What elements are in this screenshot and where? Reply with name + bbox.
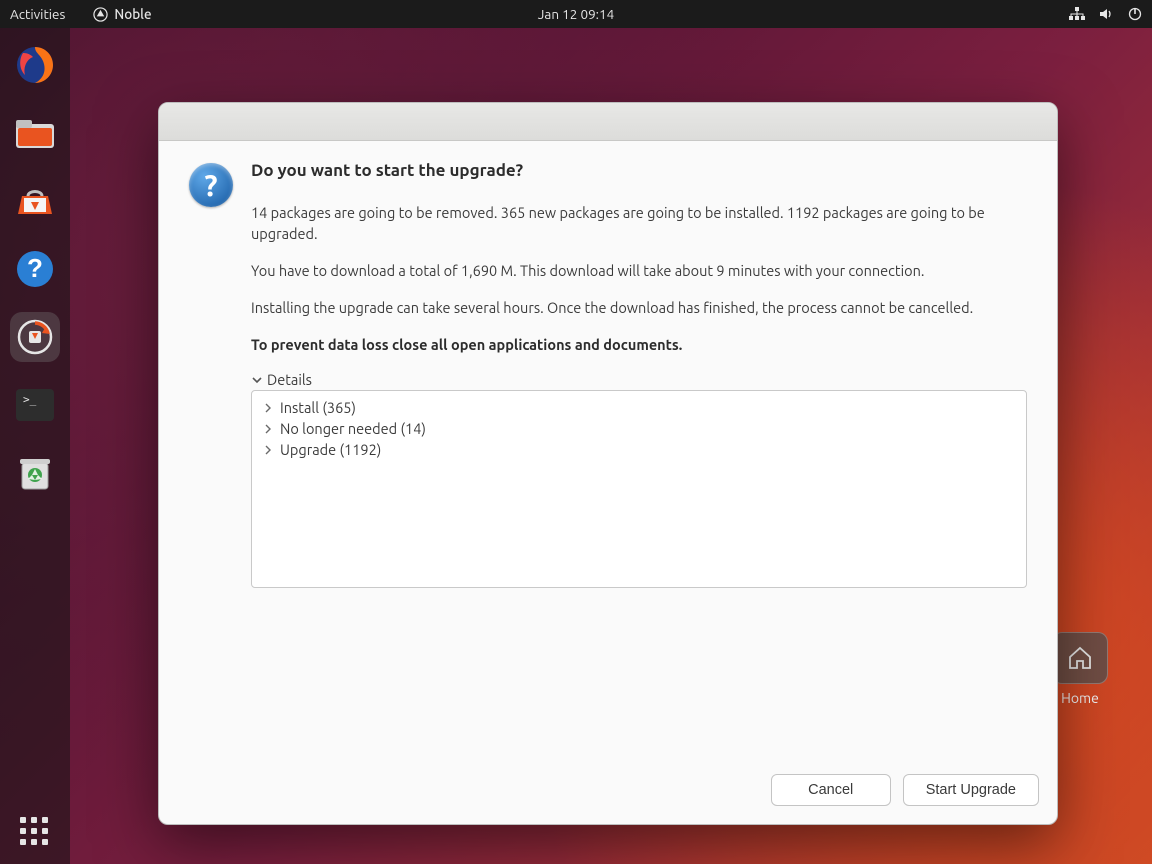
app-menu-icon [93,7,108,22]
dock-firefox[interactable] [10,40,60,90]
apps-grid-icon [20,817,50,847]
dock-terminal[interactable]: >_ [10,380,60,430]
details-label: Details [267,371,312,388]
home-icon [1066,645,1094,671]
duration-info: Installing the upgrade can take several … [251,297,1027,318]
show-applications[interactable] [10,812,60,852]
chevron-down-icon [251,374,263,386]
dock-help[interactable]: ? [10,244,60,294]
tree-upgrade[interactable]: Upgrade (1192) [256,439,1022,460]
power-icon [1128,7,1142,21]
tree-upgrade-label: Upgrade (1192) [280,441,381,458]
tree-no-longer-needed[interactable]: No longer needed (14) [256,418,1022,439]
dock-trash[interactable] [10,448,60,498]
chevron-right-icon [262,424,274,434]
cancel-button[interactable]: Cancel [771,774,891,806]
tree-no-longer-label: No longer needed (14) [280,420,426,437]
dock-files[interactable] [10,108,60,158]
clock[interactable]: Jan 12 09:14 [538,6,614,22]
tree-install-label: Install (365) [280,399,356,416]
dialog-heading: Do you want to start the upgrade? [251,161,1027,180]
download-info: You have to download a total of 1,690 M.… [251,260,1027,281]
tree-install[interactable]: Install (365) [256,397,1022,418]
ubuntu-dock: ? >_ [0,28,70,864]
details-expander[interactable]: Details [251,371,1027,388]
chevron-right-icon [262,403,274,413]
question-icon: ? [189,163,233,207]
details-tree: Install (365) No longer needed (14) Upgr… [251,390,1027,588]
dock-software[interactable] [10,176,60,226]
network-icon [1069,7,1085,21]
svg-text:>_: >_ [23,393,37,406]
upgrade-dialog: ? Do you want to start the upgrade? 14 p… [158,102,1058,825]
start-upgrade-button[interactable]: Start Upgrade [903,774,1039,806]
gnome-top-bar: Activities Noble Jan 12 09:14 [0,0,1152,28]
activities-button[interactable]: Activities [10,6,65,22]
app-menu[interactable]: Noble [93,6,151,22]
app-menu-label: Noble [114,6,151,22]
chevron-right-icon [262,445,274,455]
system-status-area[interactable] [1069,7,1142,21]
dock-software-updater[interactable] [10,312,60,362]
volume-icon [1099,7,1114,21]
data-loss-warning: To prevent data loss close all open appl… [251,334,1027,355]
svg-text:?: ? [27,253,43,283]
package-summary: 14 packages are going to be removed. 365… [251,202,1027,244]
dialog-titlebar[interactable] [159,103,1057,141]
